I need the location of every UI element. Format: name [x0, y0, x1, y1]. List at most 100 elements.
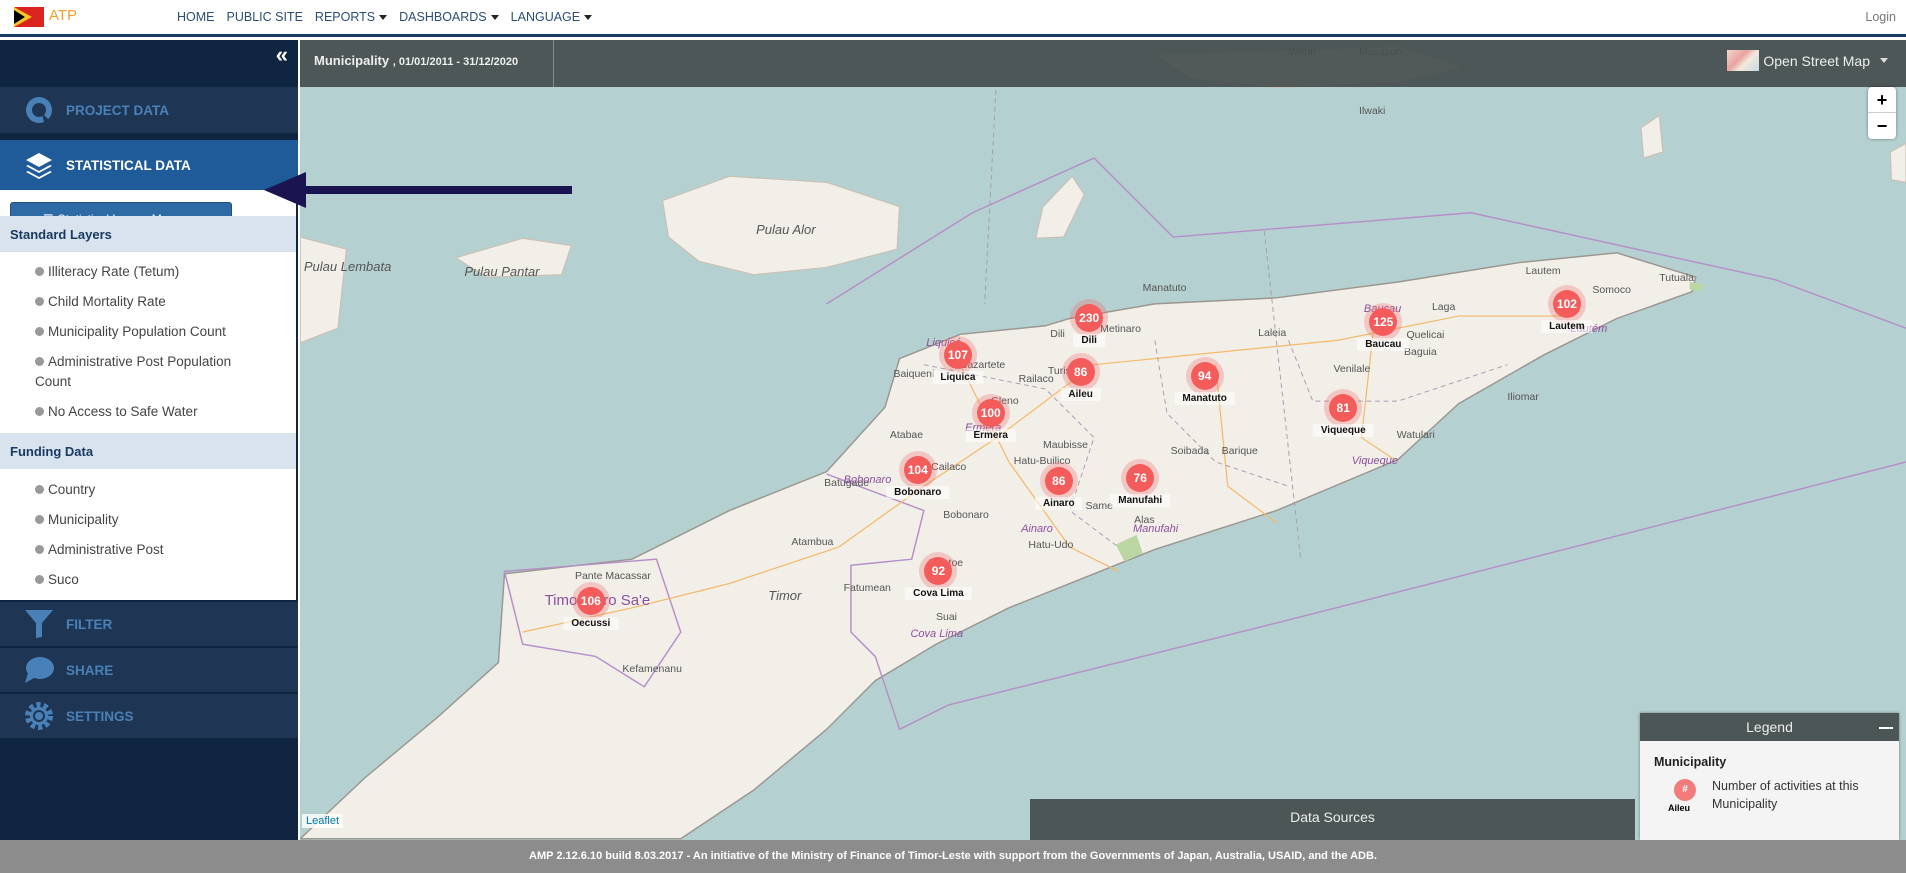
section-filter[interactable]: FILTER: [0, 602, 298, 646]
layer-label: Administrative Post Population Count: [35, 354, 232, 389]
layer-item[interactable]: Illiteracy Rate (Tetum): [35, 262, 285, 282]
marker-manufahi[interactable]: 76: [1126, 463, 1155, 492]
region-label: Cova Lima: [910, 628, 964, 641]
caret-down-icon: [584, 15, 593, 21]
section-label: FILTER: [66, 616, 113, 632]
marker-lautem[interactable]: 102: [1552, 289, 1581, 318]
marker-label: Baucau: [1357, 338, 1410, 352]
annotation-arrow: [264, 172, 572, 208]
marker-label: Bobonaro: [886, 486, 950, 500]
bullet-icon: [35, 327, 44, 336]
place-label: Somoco: [1592, 284, 1631, 297]
section-share[interactable]: SHARE: [0, 648, 298, 692]
marker-ainaro[interactable]: 86: [1044, 467, 1073, 496]
collapse-sidebar-icon[interactable]: «: [276, 42, 288, 68]
legend-description: Number of activities at this Municipalit…: [1712, 779, 1859, 811]
map-view[interactable]: WetarMasapunIlwakiPulau AlorPulau Pantar…: [300, 40, 1906, 840]
marker-oecussi[interactable]: 106: [576, 586, 605, 615]
nav-language-label: LANGUAGE: [510, 10, 581, 24]
marker-label: Viqueque: [1312, 424, 1374, 438]
place-label: Iliomar: [1507, 391, 1539, 404]
leaflet-attribution-link[interactable]: Leaflet: [302, 814, 344, 828]
section-label: SETTINGS: [66, 708, 134, 724]
map-header: Municipality , 01/01/2011 - 31/12/2020 O…: [300, 40, 1906, 87]
marker-ermera[interactable]: 100: [976, 399, 1005, 428]
place-label: Metinaro: [1100, 323, 1141, 336]
nav-reports[interactable]: REPORTS: [315, 10, 388, 24]
bullet-icon: [35, 575, 44, 584]
funding-item[interactable]: Country: [35, 480, 285, 500]
place-label: Tutuala: [1659, 272, 1694, 285]
brand-name[interactable]: ATP: [49, 7, 77, 24]
section-statistical-data[interactable]: STATISTICAL DATA: [0, 140, 298, 190]
layer-label: Illiteracy Rate (Tetum): [48, 264, 180, 279]
bullet-icon: [35, 515, 44, 524]
layer-item[interactable]: Municipality Population Count: [35, 322, 285, 342]
top-navbar: ATP HOME PUBLIC SITE REPORTS DASHBOARDS …: [0, 0, 1906, 37]
section-project-data[interactable]: PROJECT DATA: [0, 87, 298, 133]
marker-label: Liquica: [932, 370, 984, 384]
place-label: Suai: [936, 611, 958, 624]
zoom-in-button[interactable]: +: [1868, 87, 1896, 113]
data-sources-panel[interactable]: Data Sources: [1030, 799, 1635, 840]
marker-manatuto[interactable]: 94: [1190, 361, 1219, 390]
place-label: Timor: [768, 588, 802, 604]
nav-public-site[interactable]: PUBLIC SITE: [227, 10, 303, 24]
minimize-legend-button[interactable]: [1879, 727, 1893, 729]
legend-layer-name: Municipality: [1654, 755, 1727, 769]
statistical-data-panel: ☰ Statistical Layers Manager Standard La…: [0, 190, 296, 600]
map-date-range: , 01/01/2011 - 31/12/2020: [392, 56, 519, 68]
project-data-icon: [26, 97, 52, 123]
timor-leste-flag-logo[interactable]: [14, 7, 44, 27]
zoom-out-button[interactable]: −: [1868, 113, 1896, 139]
place-label: Pulau Pantar: [464, 263, 540, 279]
layer-item[interactable]: Child Mortality Rate: [35, 292, 285, 312]
bullet-icon: [35, 297, 44, 306]
marker-bobonaro[interactable]: 104: [903, 456, 932, 485]
funding-item[interactable]: Administrative Post: [35, 540, 285, 560]
place-label: Laga: [1431, 301, 1456, 314]
place-label: Pulau Lembata: [303, 258, 392, 274]
marker-label: Oecussi: [563, 616, 619, 630]
marker-label: Dili: [1073, 334, 1105, 348]
login-link[interactable]: Login: [1865, 10, 1896, 24]
funding-item[interactable]: Municipality: [35, 510, 285, 530]
section-settings[interactable]: SETTINGS: [0, 694, 298, 738]
filter-icon: [25, 610, 53, 638]
nav-dashboards-label: DASHBOARDS: [399, 10, 487, 24]
marker-aileu[interactable]: 86: [1066, 357, 1095, 386]
funding-label: Administrative Post: [48, 542, 164, 557]
nav-language[interactable]: LANGUAGE: [510, 10, 593, 24]
caret-down-icon: [379, 15, 388, 21]
marker-liquica[interactable]: 107: [943, 340, 972, 369]
region-label: Manufahi: [1132, 522, 1179, 535]
atauro-island: [1034, 175, 1086, 239]
divider: [553, 40, 554, 87]
place-label: Maubisse: [1042, 438, 1088, 451]
layer-label: No Access to Safe Water: [48, 404, 198, 419]
caret-down-icon: [1880, 58, 1888, 63]
place-label: Manatuto: [1142, 282, 1187, 295]
footer: AMP 2.12.6.10 build 8.03.2017 - An initi…: [0, 840, 1906, 873]
layer-label: Child Mortality Rate: [48, 294, 166, 309]
bullet-icon: [35, 357, 44, 366]
nav-dashboards[interactable]: DASHBOARDS: [399, 10, 499, 24]
section-label: STATISTICAL DATA: [66, 157, 191, 173]
lembata-island: [300, 236, 348, 344]
place-label: Kefamenanu: [622, 662, 682, 675]
place-label: Bobonaro: [943, 509, 989, 522]
basemap-label: Open Street Map: [1763, 52, 1870, 69]
nav-home[interactable]: HOME: [177, 10, 215, 24]
layer-item[interactable]: No Access to Safe Water: [35, 402, 285, 422]
place-label: Atambua: [791, 536, 834, 549]
place-label: Laleia: [1258, 326, 1287, 339]
place-label: Fatumean: [843, 582, 891, 595]
marker-label: Ainaro: [1034, 497, 1083, 511]
layer-item[interactable]: Administrative Post Population Count: [35, 352, 265, 392]
bullet-icon: [35, 545, 44, 554]
funding-item[interactable]: Suco: [35, 570, 285, 590]
place-label: Pulau Alor: [756, 222, 816, 238]
zoom-control: + −: [1868, 87, 1896, 139]
place-label: Hatu-Builico: [1013, 454, 1071, 467]
basemap-selector[interactable]: Open Street Map: [1727, 50, 1888, 71]
